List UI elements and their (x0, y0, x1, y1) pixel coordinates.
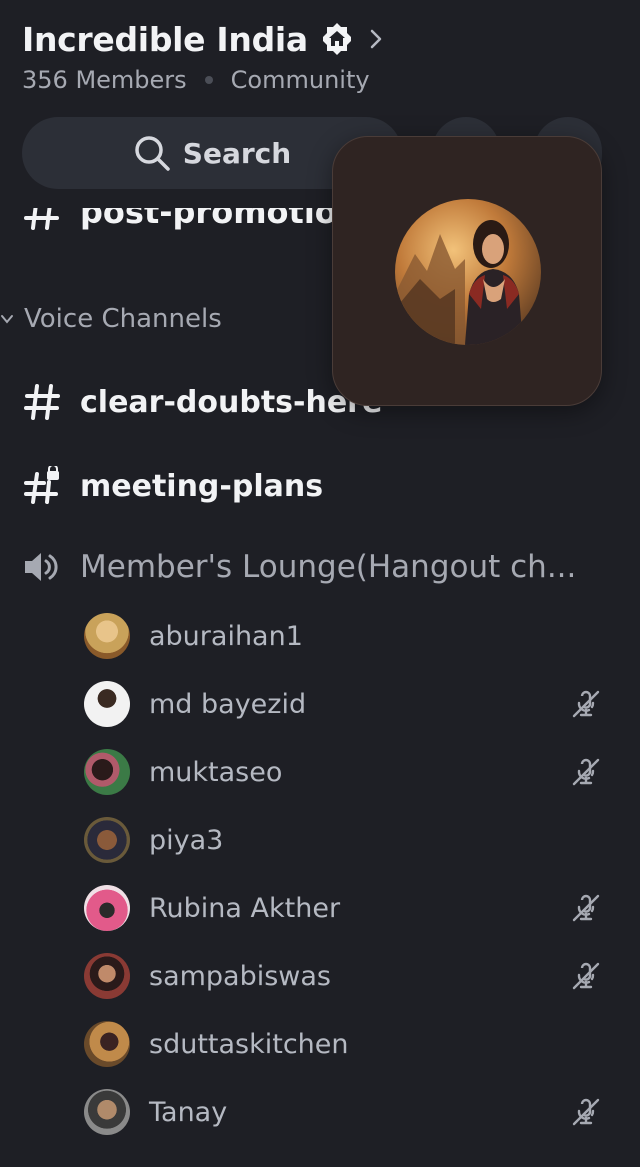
avatar (84, 1089, 130, 1135)
speaker-icon (25, 553, 58, 581)
voice-member[interactable]: sduttaskitchen (84, 1017, 624, 1071)
muted-mic-icon (572, 758, 600, 786)
avatar (84, 613, 130, 659)
muted-mic-icon (572, 690, 600, 718)
search-icon (135, 136, 170, 171)
member-name: piya3 (149, 824, 224, 856)
server-type: Community (230, 66, 370, 94)
voice-member[interactable]: Tanay (84, 1085, 624, 1139)
category-label: Voice Channels (24, 304, 222, 334)
avatar (84, 885, 130, 931)
server-header[interactable]: Incredible India 356 Members Community (22, 16, 640, 94)
voice-member[interactable]: md bayezid (84, 677, 624, 731)
server-title-row[interactable]: Incredible India (22, 16, 640, 62)
voice-member[interactable]: sampabiswas (84, 949, 624, 1003)
muted-mic-icon (572, 894, 600, 922)
category-voice-channels[interactable]: Voice Channels (0, 304, 222, 334)
avatar (84, 749, 130, 795)
voice-member[interactable]: muktaseo (84, 745, 624, 799)
voice-channel-members-lounge[interactable]: Member's Lounge(Hangout ch... (22, 548, 576, 586)
muted-mic-icon (572, 1098, 600, 1126)
server-meta: 356 Members Community (22, 66, 640, 94)
channel-name: meeting-plans (80, 468, 324, 504)
floating-avatar-popup[interactable] (332, 136, 602, 406)
voice-channel-name: Member's Lounge(Hangout ch... (80, 549, 577, 585)
voice-member[interactable]: Rubina Akther (84, 881, 624, 935)
avatar (84, 681, 130, 727)
channel-meeting-plans[interactable]: meeting-plans (22, 466, 323, 506)
member-name: sampabiswas (149, 960, 331, 992)
chevron-right-icon[interactable] (368, 28, 384, 50)
server-name: Incredible India (22, 19, 308, 59)
voice-member[interactable]: aburaihan1 (84, 609, 624, 663)
channel-name: post-promotion (80, 208, 360, 231)
voice-member[interactable]: piya3 (84, 813, 624, 867)
search-label: Search (182, 136, 292, 170)
community-home-icon (320, 22, 354, 56)
muted-mic-icon (572, 962, 600, 990)
member-name: aburaihan1 (149, 620, 303, 652)
channel-post-promotion[interactable]: post-promotion (22, 208, 360, 242)
separator-dot (204, 76, 213, 84)
member-name: sduttaskitchen (149, 1028, 349, 1060)
channel-clear-doubts-here[interactable]: clear-doubts-here (22, 382, 382, 422)
hash-icon (24, 208, 59, 230)
member-name: Rubina Akther (149, 892, 341, 924)
avatar (84, 953, 130, 999)
hash-icon (24, 384, 60, 420)
avatar (84, 817, 130, 863)
member-count: 356 Members (22, 66, 187, 94)
chevron-down-icon (1, 315, 13, 324)
member-name: muktaseo (149, 756, 283, 788)
avatar (84, 1021, 130, 1067)
locked-hash-icon (24, 466, 59, 504)
profile-avatar (395, 199, 541, 345)
member-name: Tanay (149, 1096, 228, 1128)
member-name: md bayezid (149, 688, 307, 720)
